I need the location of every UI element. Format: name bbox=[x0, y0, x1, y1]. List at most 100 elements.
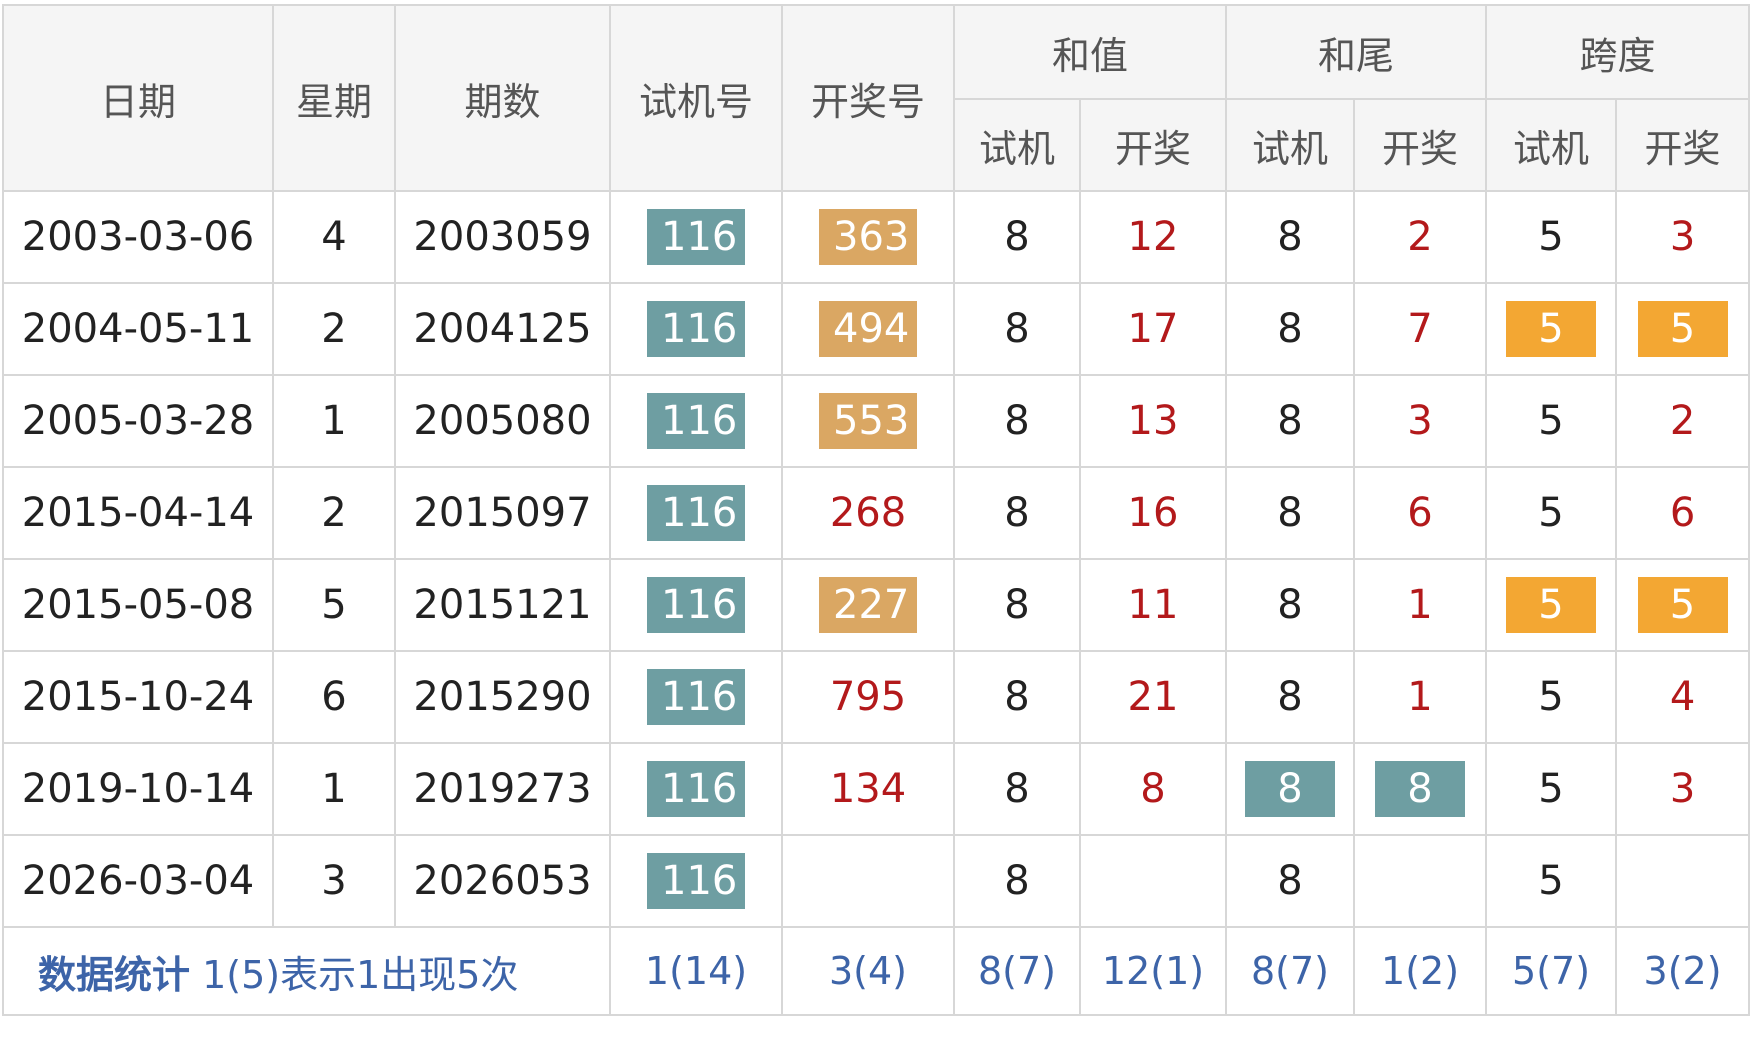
cell-period: 2015121 bbox=[394, 558, 611, 652]
cell-sum-trial: 8 bbox=[953, 650, 1081, 744]
cell-weekday: 6 bbox=[272, 650, 396, 744]
cell-span-trial: 5 bbox=[1485, 650, 1618, 744]
cell-span-draw: 5 bbox=[1615, 282, 1750, 376]
trial-number-badge: 116 bbox=[647, 761, 745, 817]
cell-sum-draw: 8 bbox=[1078, 742, 1228, 836]
trial-number-badge: 116 bbox=[647, 301, 745, 357]
draw-number-badge: 494 bbox=[819, 301, 917, 357]
draw-number-badge: 227 bbox=[819, 577, 917, 633]
table-row: 2005-03-28 1 2005080 116 553 8 13 8 3 5 … bbox=[2, 374, 1750, 468]
cell-draw: 494 bbox=[781, 282, 955, 376]
cell-weekday: 3 bbox=[272, 834, 396, 928]
cell-weekday: 5 bbox=[272, 558, 396, 652]
table-row: 2015-05-08 5 2015121 116 227 8 11 8 1 5 … bbox=[2, 558, 1750, 652]
cell-sum-draw: 16 bbox=[1078, 466, 1228, 560]
header-span: 跨度 bbox=[1485, 4, 1750, 100]
stats-span-trial: 5(7) bbox=[1485, 926, 1618, 1016]
header-span-draw: 开奖 bbox=[1615, 98, 1750, 192]
cell-period: 2004125 bbox=[394, 282, 611, 376]
cell-tail-draw: 1 bbox=[1353, 558, 1488, 652]
cell-sum-draw: 12 bbox=[1078, 190, 1228, 284]
stats-label: 数据统计 bbox=[38, 952, 191, 997]
cell-weekday: 2 bbox=[272, 466, 396, 560]
cell-draw: 795 bbox=[781, 650, 955, 744]
cell-span-trial: 5 bbox=[1485, 282, 1618, 376]
trial-number-badge: 116 bbox=[647, 485, 745, 541]
cell-tail-trial: 8 bbox=[1225, 834, 1356, 928]
cell-span-draw: 3 bbox=[1615, 742, 1750, 836]
stats-span-draw: 3(2) bbox=[1615, 926, 1750, 1016]
cell-span-draw: 3 bbox=[1615, 190, 1750, 284]
cell-tail-draw: 1 bbox=[1353, 650, 1488, 744]
table-row: 2019-10-14 1 2019273 116 134 8 8 8 8 5 3 bbox=[2, 742, 1750, 836]
header-sum: 和值 bbox=[952, 4, 1228, 100]
cell-sum-draw: 21 bbox=[1078, 650, 1228, 744]
cell-sum-trial: 8 bbox=[953, 282, 1081, 376]
cell-span-trial: 5 bbox=[1485, 834, 1618, 928]
cell-trial: 116 bbox=[609, 558, 783, 652]
span-match-badge: 5 bbox=[1637, 577, 1728, 633]
cell-span-trial: 5 bbox=[1485, 742, 1618, 836]
cell-tail-draw bbox=[1353, 834, 1488, 928]
cell-tail-draw: 6 bbox=[1353, 466, 1488, 560]
cell-sum-draw: 13 bbox=[1078, 374, 1228, 468]
cell-tail-draw: 7 bbox=[1353, 282, 1488, 376]
stats-sum-trial: 8(7) bbox=[953, 926, 1081, 1016]
cell-date: 2015-05-08 bbox=[2, 558, 274, 652]
page: 日期 星期 期数 试机号 开奖号 和值 和尾 跨度 试机 开奖 试机 开奖 试机… bbox=[0, 0, 1750, 1039]
cell-period: 2005080 bbox=[394, 374, 611, 468]
cell-weekday: 1 bbox=[272, 742, 396, 836]
cell-trial: 116 bbox=[609, 466, 783, 560]
stats-sum-draw: 12(1) bbox=[1078, 926, 1228, 1016]
cell-draw: 553 bbox=[781, 374, 955, 468]
cell-draw: 363 bbox=[781, 190, 955, 284]
stats-tail-draw: 1(2) bbox=[1353, 926, 1488, 1016]
cell-period: 2003059 bbox=[394, 190, 611, 284]
cell-tail-trial: 8 bbox=[1225, 558, 1356, 652]
cell-sum-trial: 8 bbox=[953, 374, 1081, 468]
tail-match-badge: 8 bbox=[1375, 761, 1466, 817]
table-row: 2015-10-24 6 2015290 116 795 8 21 8 1 5 … bbox=[2, 650, 1750, 744]
cell-tail-trial: 8 bbox=[1225, 650, 1356, 744]
lottery-table: 日期 星期 期数 试机号 开奖号 和值 和尾 跨度 试机 开奖 试机 开奖 试机… bbox=[2, 4, 1750, 1016]
cell-draw: 134 bbox=[781, 742, 955, 836]
stats-label-cell: 数据统计 1(5)表示1出现5次 bbox=[2, 926, 611, 1016]
cell-trial: 116 bbox=[609, 834, 783, 928]
cell-period: 2015097 bbox=[394, 466, 611, 560]
cell-tail-trial: 8 bbox=[1225, 374, 1356, 468]
stats-tail-trial: 8(7) bbox=[1225, 926, 1356, 1016]
cell-date: 2026-03-04 bbox=[2, 834, 274, 928]
table-row: 2026-03-04 3 2026053 116 8 8 5 bbox=[2, 834, 1750, 928]
cell-sum-trial: 8 bbox=[953, 466, 1081, 560]
cell-trial: 116 bbox=[609, 282, 783, 376]
header-tail-trial: 试机 bbox=[1225, 98, 1356, 192]
tail-match-badge: 8 bbox=[1245, 761, 1336, 817]
table-row: 2015-04-14 2 2015097 116 268 8 16 8 6 5 … bbox=[2, 466, 1750, 560]
header-weekday: 星期 bbox=[272, 4, 396, 192]
cell-trial: 116 bbox=[609, 742, 783, 836]
cell-span-draw: 2 bbox=[1615, 374, 1750, 468]
trial-number-badge: 116 bbox=[647, 209, 745, 265]
stats-trial: 1(14) bbox=[609, 926, 783, 1016]
cell-span-trial: 5 bbox=[1485, 558, 1618, 652]
draw-number-badge: 553 bbox=[819, 393, 917, 449]
cell-span-draw: 4 bbox=[1615, 650, 1750, 744]
cell-span-draw: 5 bbox=[1615, 558, 1750, 652]
cell-tail-draw: 8 bbox=[1353, 742, 1488, 836]
trial-number-badge: 116 bbox=[647, 853, 745, 909]
trial-number-badge: 116 bbox=[647, 577, 745, 633]
header-span-trial: 试机 bbox=[1485, 98, 1618, 192]
cell-draw bbox=[781, 834, 955, 928]
cell-trial: 116 bbox=[609, 190, 783, 284]
cell-period: 2015290 bbox=[394, 650, 611, 744]
span-match-badge: 5 bbox=[1506, 301, 1597, 357]
stats-row: 数据统计 1(5)表示1出现5次 1(14) 3(4) 8(7) 12(1) 8… bbox=[2, 926, 1750, 1016]
cell-date: 2019-10-14 bbox=[2, 742, 274, 836]
stats-draw: 3(4) bbox=[781, 926, 955, 1016]
cell-span-trial: 5 bbox=[1485, 466, 1618, 560]
header-sum-trial: 试机 bbox=[953, 98, 1081, 192]
trial-number-badge: 116 bbox=[647, 669, 745, 725]
cell-tail-trial: 8 bbox=[1225, 282, 1356, 376]
header-tail-draw: 开奖 bbox=[1353, 98, 1488, 192]
cell-trial: 116 bbox=[609, 650, 783, 744]
